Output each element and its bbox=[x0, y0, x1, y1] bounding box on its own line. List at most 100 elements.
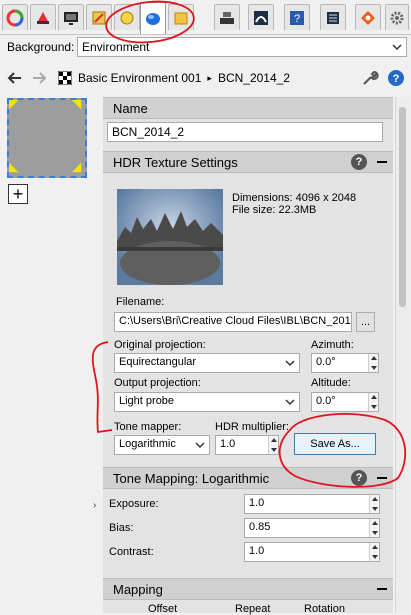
bias-input[interactable]: 0.85 bbox=[244, 518, 380, 538]
material-sphere-icon bbox=[37, 11, 49, 24]
altitude-value: 0.0° bbox=[316, 395, 336, 407]
brush-icon bbox=[92, 11, 106, 24]
tab-layers[interactable] bbox=[320, 4, 346, 30]
chevron-down-icon bbox=[392, 44, 402, 51]
tab-brush[interactable] bbox=[86, 4, 112, 30]
contrast-label: Contrast: bbox=[109, 546, 154, 558]
folder-icon bbox=[174, 12, 188, 24]
mapping-section-title: Mapping bbox=[113, 581, 163, 597]
hdr-multiplier-stepper[interactable] bbox=[268, 436, 278, 454]
breadcrumb-separator: ▸ bbox=[207, 72, 212, 83]
tone-mapper-value: Logarithmic bbox=[119, 438, 176, 450]
background-label: Background: bbox=[7, 40, 75, 54]
tone-mapping-section-header[interactable]: Tone Mapping: Logarithmic ? bbox=[103, 467, 393, 489]
original-projection-value: Equirectangular bbox=[119, 356, 197, 368]
exposure-value: 1.0 bbox=[249, 497, 265, 509]
azimuth-label: Azimuth: bbox=[311, 339, 354, 351]
name-input[interactable]: BCN_2014_2 bbox=[107, 122, 383, 142]
original-projection-label: Original projection: bbox=[114, 339, 206, 351]
breadcrumb-root[interactable]: Basic Environment 001 bbox=[78, 71, 201, 85]
add-environment-button[interactable]: + bbox=[8, 184, 28, 204]
name-section-header[interactable]: Name bbox=[103, 97, 393, 119]
back-button[interactable] bbox=[6, 69, 24, 87]
settings-gear-icon bbox=[390, 11, 404, 24]
tab-environment[interactable] bbox=[140, 2, 166, 34]
output-projection-label: Output projection: bbox=[114, 377, 201, 389]
altitude-label: Altitude: bbox=[311, 377, 351, 389]
environment-icon bbox=[146, 12, 160, 25]
azimuth-stepper[interactable] bbox=[368, 354, 378, 372]
tab-settings[interactable] bbox=[385, 4, 409, 30]
tab-render[interactable] bbox=[355, 4, 381, 30]
mapping-section-header[interactable]: Mapping bbox=[103, 578, 393, 600]
dimensions-text: Dimensions: 4096 x 2048 bbox=[232, 192, 357, 204]
svg-text:?: ? bbox=[393, 73, 400, 85]
filename-label: Filename: bbox=[116, 296, 165, 308]
mapping-repeat-header: Repeat bbox=[235, 603, 271, 615]
chevron-down-icon bbox=[285, 360, 295, 367]
render-icon bbox=[361, 10, 375, 25]
forward-button[interactable] bbox=[30, 69, 48, 87]
thumbnail-corner-marks bbox=[9, 100, 82, 173]
breadcrumb: Basic Environment 001 ▸ BCN_2014_2 bbox=[58, 69, 290, 87]
help-icon[interactable]: ? bbox=[351, 470, 367, 486]
altitude-stepper[interactable] bbox=[368, 393, 378, 411]
tools-button[interactable] bbox=[361, 69, 379, 87]
azimuth-value: 0.0° bbox=[316, 356, 336, 368]
hdr-multiplier-value: 1.0 bbox=[220, 438, 236, 450]
contrast-input[interactable]: 1.0 bbox=[244, 542, 380, 562]
tab-ground-plane[interactable] bbox=[214, 4, 240, 30]
tab-materials[interactable] bbox=[30, 4, 56, 30]
color-wheel-icon bbox=[6, 9, 24, 26]
wrench-icon bbox=[363, 71, 379, 85]
hdr-section-title: HDR Texture Settings bbox=[113, 154, 238, 170]
tab-lights[interactable] bbox=[114, 4, 140, 30]
tab-color[interactable] bbox=[2, 4, 28, 30]
scrollbar-thumb[interactable] bbox=[399, 107, 406, 307]
checker-environment-icon bbox=[58, 71, 72, 85]
help-icon[interactable]: ? bbox=[351, 154, 367, 170]
hdr-multiplier-input[interactable]: 1.0 bbox=[215, 435, 279, 455]
output-projection-select[interactable]: Light probe bbox=[114, 392, 300, 412]
collapse-icon[interactable] bbox=[377, 477, 387, 479]
layers-icon bbox=[327, 11, 339, 24]
hdr-preview-image bbox=[117, 189, 223, 285]
panel-tab-strip: ? bbox=[0, 0, 411, 35]
collapse-icon[interactable] bbox=[377, 161, 387, 163]
tab-folder[interactable] bbox=[168, 4, 194, 30]
save-as-button[interactable]: Save As... bbox=[294, 433, 376, 455]
vertical-scrollbar[interactable] bbox=[395, 97, 410, 613]
hdr-section-header[interactable]: HDR Texture Settings ? bbox=[103, 151, 393, 173]
mapping-offset-header: Offset bbox=[148, 603, 178, 615]
filename-input[interactable]: C:\Users\Bri\Creative Cloud Files\IBL\BC… bbox=[114, 312, 352, 332]
tab-display[interactable] bbox=[58, 4, 84, 30]
environment-thumbnail[interactable] bbox=[7, 98, 87, 178]
ground-plane-icon bbox=[220, 11, 234, 24]
tab-help[interactable]: ? bbox=[284, 4, 310, 30]
output-projection-value: Light probe bbox=[119, 395, 175, 407]
browse-button[interactable]: ... bbox=[356, 312, 375, 332]
tone-mapper-label: Tone mapper: bbox=[114, 421, 182, 433]
chevron-right-icon[interactable]: › bbox=[93, 500, 96, 511]
help-button[interactable]: ? bbox=[387, 69, 405, 87]
altitude-input[interactable]: 0.0° bbox=[311, 392, 379, 412]
arrow-right-icon bbox=[33, 72, 47, 84]
collapse-icon[interactable] bbox=[377, 588, 387, 590]
contrast-value: 1.0 bbox=[249, 545, 265, 557]
tab-sun[interactable] bbox=[248, 4, 274, 30]
background-select[interactable]: Environment bbox=[77, 37, 407, 57]
help-icon: ? bbox=[290, 10, 304, 25]
sun-icon bbox=[254, 10, 268, 25]
light-icon bbox=[120, 11, 134, 24]
tone-mapper-select[interactable]: Logarithmic bbox=[114, 435, 210, 455]
name-section-title: Name bbox=[113, 100, 148, 116]
azimuth-input[interactable]: 0.0° bbox=[311, 353, 379, 373]
original-projection-select[interactable]: Equirectangular bbox=[114, 353, 300, 373]
exposure-stepper[interactable] bbox=[369, 495, 379, 513]
contrast-stepper[interactable] bbox=[369, 543, 379, 561]
chevron-down-icon bbox=[285, 399, 295, 406]
bias-stepper[interactable] bbox=[369, 519, 379, 537]
svg-text:?: ? bbox=[294, 13, 300, 25]
hdr-multiplier-label: HDR multiplier: bbox=[215, 421, 289, 433]
exposure-input[interactable]: 1.0 bbox=[244, 494, 380, 514]
